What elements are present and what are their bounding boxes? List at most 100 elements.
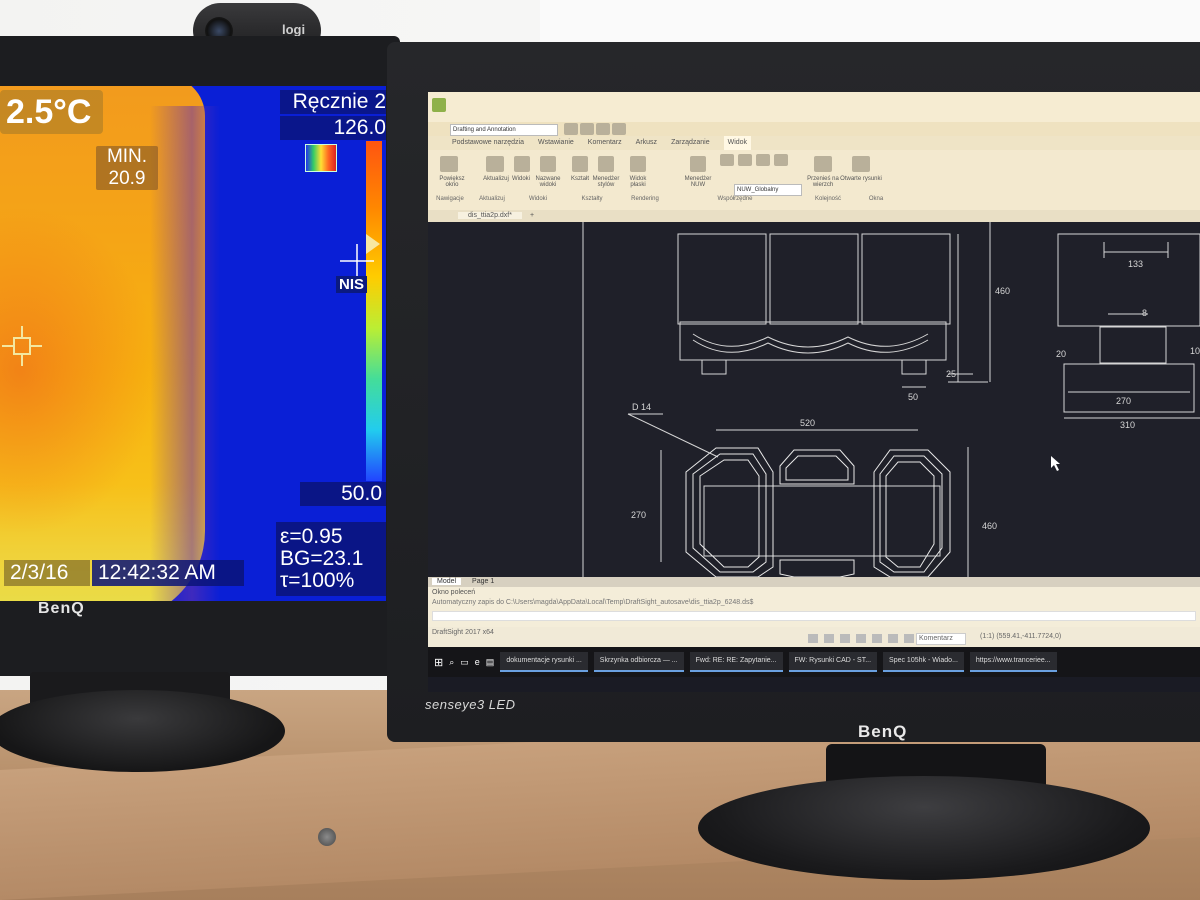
file-explorer-icon[interactable]: ▤ [486,657,495,668]
tab-page-1[interactable]: Page 1 [467,578,499,585]
ribbon-group-labels: Nawigacje Aktualizuj Widoki Kształty Ren… [428,196,1200,208]
search-icon[interactable]: ⌕ [449,657,454,668]
taskbar-item[interactable]: Spec 105hk - Wiado... [883,652,964,672]
side-view-block [1057,233,1200,327]
group-order: Kolejność [814,196,841,202]
task-view-icon[interactable]: ▭ [460,657,469,668]
flat-view-label: Widok płaski [629,176,647,188]
tab-view[interactable]: Widok [723,136,752,150]
right-monitor-series: senseye3 LED [425,697,516,712]
style-manager-label: Menedżer stylów [592,176,620,188]
min-value: 20.9 [108,168,146,189]
taskbar-item[interactable]: https://www.tranceriee... [969,652,1057,672]
group-views: Widoki [528,196,547,202]
bring-to-front-icon[interactable] [814,156,832,172]
print-icon[interactable] [596,123,610,135]
zoom-window-icon[interactable] [440,156,458,172]
webcam-logo: logi [282,22,306,37]
app-version: DraftSight 2017 x64 [432,629,494,636]
taskbar-item[interactable]: Fwd: RE: RE: Zapytanie... [689,652,783,672]
measurement-params: ε=0.95 BG=23.1 τ=100% [276,522,386,596]
group-navigation: Nawigacje [436,196,464,202]
annotation-scale-selector[interactable]: Komentarz [916,633,966,645]
core-window [703,485,941,557]
ucs-axis-icon[interactable] [720,154,734,166]
part-foot [901,359,927,375]
command-history: Automatyczny zapis do C:\Users\magda\App… [432,599,754,606]
part-block [861,233,951,325]
tab-comment[interactable]: Komentarz [588,136,622,150]
group-windows: Okna [868,196,884,202]
tab-insert[interactable]: Wstawianie [538,136,574,150]
dim-d14: D 14 [632,402,651,412]
group-coordinates: Współrzędne [717,196,753,202]
ucs-selector[interactable]: NUW_Globalny [734,184,802,196]
winding-middle-top [779,449,855,485]
named-views-icon[interactable] [540,156,556,172]
layout-tabs: Model Page 1 [428,577,1200,587]
min-label: MIN. [106,146,148,167]
left-monitor-brand: BenQ [38,600,85,617]
cad-titlebar: Drafting and Annotation [428,92,1200,136]
flat-view-icon[interactable] [630,156,646,172]
coordinates: (1:1) (559.41,-411.7724,0) [980,633,1062,640]
polar-icon[interactable] [856,634,866,643]
esnap-icon[interactable] [872,634,882,643]
left-monitor-base [0,690,285,772]
thermal-hotspot [0,206,160,536]
spot-meter-icon [2,326,42,366]
dim-133: 133 [1128,259,1143,269]
taskbar-item[interactable]: Skrzynka odbiorcza — ... [593,652,684,672]
style-manager-icon[interactable] [598,156,614,172]
part-coils [692,333,929,348]
emissivity: ε=0.95 [280,525,343,548]
snap-icon[interactable] [808,634,818,643]
edge-icon[interactable]: e [475,657,480,667]
regen-icon[interactable] [486,156,504,172]
save-icon[interactable] [580,123,594,135]
palette-icon [305,144,337,172]
add-tab-icon[interactable]: + [530,212,534,219]
windows-start-icon[interactable]: ⊞ [434,656,443,669]
document-tab[interactable]: dis_ttia2p.dxf* [458,212,522,219]
tab-model[interactable]: Model [432,578,462,585]
undo-icon[interactable] [612,123,626,135]
lineweight-icon[interactable] [904,634,914,643]
background-temp: BG=23.1 [280,547,364,570]
ucs-axis-icon[interactable] [774,154,788,166]
ucs-axis-icon[interactable] [756,154,770,166]
views-icon[interactable] [514,156,530,172]
side-view-core [1099,326,1167,364]
group-rendering: Rendering [631,196,659,202]
ucs-axis-icon[interactable] [738,154,752,166]
tab-sheet[interactable]: Arkusz [636,136,657,150]
open-icon[interactable] [564,123,578,135]
taskbar-item[interactable]: dokumentacje rysunki ... [500,652,588,672]
command-input[interactable] [432,611,1196,621]
taskbar-item[interactable]: FW: Rysunki CAD - ST... [788,652,878,672]
min-reading: MIN. 20.9 [96,146,158,190]
ortho-icon[interactable] [840,634,850,643]
etrack-icon[interactable] [888,634,898,643]
ucs-manager-icon[interactable] [690,156,706,172]
dim-8: 8 [1142,308,1147,318]
quick-access-bar: Drafting and Annotation [428,122,1200,136]
transmission: τ=100% [280,569,355,592]
capture-time: 12:42:32 AM [92,560,244,586]
status-bar: DraftSight 2017 x64 Komentarz (1:1) (559… [428,627,1200,647]
open-drawings-icon[interactable] [852,156,870,172]
tab-basic-tools[interactable]: Podstawowe narzędzia [452,136,524,150]
workspace-selector[interactable]: Drafting and Annotation [450,124,558,136]
right-monitor-base [698,776,1150,880]
winding-right [873,449,951,578]
drawing-canvas[interactable]: 460 25 50 133 8 20 10 270 310 D 14 520 2… [428,222,1200,578]
capture-date: 2/3/16 [4,560,90,586]
dim-460-top: 460 [995,286,1010,296]
shape-icon[interactable] [572,156,588,172]
winding-middle-bottom [779,559,855,578]
crosshair-icon [340,244,374,278]
document-tabs: dis_ttia2p.dxf* + [428,210,1200,222]
tab-manage[interactable]: Zarządzanie [671,136,710,150]
grid-icon[interactable] [824,634,834,643]
screw [318,828,336,846]
